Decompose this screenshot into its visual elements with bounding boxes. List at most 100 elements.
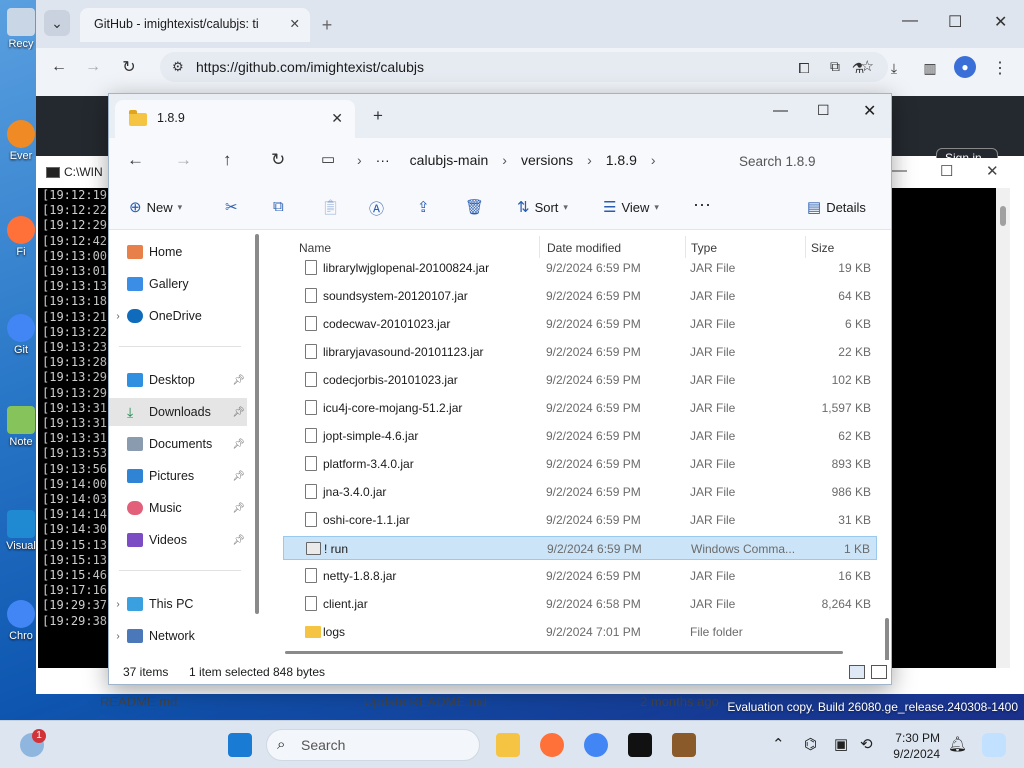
forward-arrow-icon[interactable]: → (175, 150, 192, 170)
taskbar-search[interactable]: ⌕ Search (266, 729, 480, 761)
forward-button[interactable]: → (82, 56, 104, 78)
minecraft-icon[interactable] (672, 733, 696, 757)
terminal-icon[interactable] (628, 733, 652, 757)
breadcrumb-item[interactable]: versions (511, 150, 583, 174)
new-tab-button[interactable]: + (316, 14, 338, 36)
view-button[interactable]: ☰ View ▾ (603, 198, 659, 216)
terminal-minimize-icon[interactable]: — (892, 162, 907, 179)
copy-icon[interactable]: ⧉ (273, 198, 284, 215)
pin-icon[interactable]: 📌︎ (232, 407, 245, 418)
file-row[interactable]: soundsystem-20120107.jar 9/2/2024 6:59 PM… (283, 284, 877, 308)
minimize-icon[interactable]: — (902, 12, 918, 30)
column-header-size[interactable]: Size (811, 241, 834, 255)
display-tray-icon[interactable]: ▣ (834, 735, 848, 753)
close-window-icon[interactable]: ✕ (994, 12, 1007, 32)
chevron-right-icon[interactable]: › (647, 150, 660, 174)
column-header-date[interactable]: Date modified (547, 241, 621, 255)
file-row[interactable]: oshi-core-1.1.jar 9/2/2024 6:59 PM JAR Fil… (283, 508, 877, 532)
chevron-right-icon[interactable]: › (109, 631, 127, 642)
sort-button[interactable]: ⇅ Sort ▾ (517, 198, 568, 216)
minimize-icon[interactable]: — (773, 102, 788, 119)
rename-icon[interactable]: Ⓐ (369, 198, 384, 219)
firefox-icon[interactable] (540, 733, 564, 757)
labs-flask-icon[interactable]: ⚗ (848, 58, 868, 78)
copilot-icon[interactable] (982, 733, 1006, 757)
terminal-scrollbar[interactable] (996, 188, 1010, 668)
share-icon[interactable]: ⇪ (417, 198, 430, 216)
new-tab-plus-icon[interactable]: + (373, 106, 383, 126)
more-options-icon[interactable]: ··· (693, 194, 711, 215)
desktop-icon-chrome[interactable]: Chro (2, 600, 40, 642)
desktop-icon-everything[interactable]: Ever (2, 120, 40, 162)
file-row[interactable]: ! run 9/2/2024 6:59 PM Windows Comma... 1 K… (283, 536, 877, 560)
paste-icon[interactable]: 📋︎ (321, 198, 340, 216)
file-row[interactable]: client.jar 9/2/2024 6:58 PM JAR File 8,264 … (283, 592, 877, 616)
maximize-icon[interactable]: ☐ (817, 102, 830, 119)
desktop-icon-vscode[interactable]: Visual (2, 510, 40, 552)
file-row[interactable]: jopt-simple-4.6.jar 9/2/2024 6:59 PM JAR F… (283, 424, 877, 448)
desktop-icon-notepadpp[interactable]: Note (2, 406, 40, 448)
download-icon[interactable]: ⤓ (884, 58, 904, 78)
install-app-icon[interactable]: ⧉ (830, 58, 840, 75)
explorer-tab-active[interactable]: 1.8.9 ✕ (115, 100, 355, 138)
sidebar-item-desktop[interactable]: Desktop 📌︎ (109, 366, 247, 394)
details-view-icon[interactable] (849, 665, 865, 679)
file-explorer-icon[interactable] (496, 733, 520, 757)
breadcrumb-item[interactable]: calubjs-main (400, 150, 499, 174)
close-window-icon[interactable]: ✕ (863, 101, 876, 121)
desktop-icon-git[interactable]: Git (2, 314, 40, 356)
file-row[interactable]: codecwav-20101023.jar 9/2/2024 6:59 PM JAR… (283, 312, 877, 336)
column-header-name[interactable]: Name (299, 241, 331, 255)
up-arrow-icon[interactable]: ↑ (223, 150, 232, 170)
sidebar-item-downloads[interactable]: ⤓ Downloads 📌︎ (109, 398, 247, 426)
more-menu-icon[interactable]: ⋮ (990, 58, 1010, 78)
sidebar-item-documents[interactable]: Documents 📌︎ (109, 430, 247, 458)
folder-row[interactable]: logs 9/2/2024 7:01 PM File folder (283, 620, 877, 644)
browser-tab-active[interactable]: GitHub - imightexist/calubjs: ti ✕ (80, 8, 310, 42)
file-row[interactable]: platform-3.4.0.jar 9/2/2024 6:59 PM JAR Fi… (283, 452, 877, 476)
tab-search-button[interactable]: ⌄ (44, 10, 70, 36)
sidebar-item-network[interactable]: › Network (109, 622, 247, 650)
column-header-type[interactable]: Type (691, 241, 717, 255)
file-row[interactable]: codecjorbis-20101023.jar 9/2/2024 6:59 PM… (283, 368, 877, 392)
extensions-icon[interactable]: ⧠ (794, 58, 814, 78)
language-tray-icon[interactable]: ⟲ (860, 735, 873, 753)
sidebar-item-music[interactable]: Music 📌︎ (109, 494, 247, 522)
back-arrow-icon[interactable]: ← (127, 150, 144, 170)
sidebar-item-gallery[interactable]: Gallery (109, 270, 247, 298)
breadcrumb-item[interactable]: 1.8.9 (596, 150, 647, 174)
breadcrumb-overflow[interactable]: ··· (366, 150, 400, 174)
sidebar-item-pictures[interactable]: Pictures 📌︎ (109, 462, 247, 490)
large-icons-view-icon[interactable] (871, 665, 887, 679)
sidebar-item-this-pc[interactable]: › This PC (109, 590, 247, 618)
sidebar-item-videos[interactable]: Videos 📌︎ (109, 526, 247, 554)
network-tray-icon[interactable]: ⌬ (804, 735, 817, 753)
file-row[interactable]: jna-3.4.0.jar 9/2/2024 6:59 PM JAR File 986… (283, 480, 877, 504)
horizontal-scrollbar[interactable] (285, 651, 843, 654)
address-bar[interactable]: ⚙ https://github.com/imightexist/calubjs… (160, 52, 888, 82)
close-tab-icon[interactable]: ✕ (290, 16, 300, 31)
pin-icon[interactable]: 📌︎ (232, 503, 245, 514)
back-button[interactable]: ← (48, 56, 70, 78)
start-icon[interactable] (228, 733, 252, 757)
chevron-right-icon[interactable]: › (583, 150, 596, 174)
desktop-icon-firefox[interactable]: Fi (2, 216, 40, 258)
pin-icon[interactable]: 📌︎ (232, 439, 245, 450)
chevron-up-icon[interactable]: ⌃ (772, 735, 785, 753)
file-row[interactable]: netty-1.8.8.jar 9/2/2024 6:59 PM JAR File 1… (283, 564, 877, 588)
site-info-icon[interactable]: ⚙ (172, 59, 184, 75)
file-list-scrollbar[interactable] (885, 618, 889, 662)
sidebar-scrollbar[interactable] (255, 234, 259, 614)
monitor-icon[interactable]: ▭ (321, 150, 335, 168)
maximize-icon[interactable]: ☐ (948, 12, 962, 32)
notification-bell-icon[interactable]: 🔔︎ (948, 735, 967, 753)
pin-icon[interactable]: 📌︎ (232, 535, 245, 546)
chevron-right-icon[interactable]: › (498, 150, 511, 174)
refresh-icon[interactable]: ↻ (271, 150, 285, 170)
pin-icon[interactable]: 📌︎ (232, 375, 245, 386)
terminal-maximize-icon[interactable]: ☐ (940, 162, 953, 180)
file-row[interactable]: librarylwjglopenal-20100824.jar 9/2/2024 … (283, 256, 877, 280)
system-clock[interactable]: 7:30 PM 9/2/2024 (880, 730, 940, 762)
chrome-icon[interactable] (584, 733, 608, 757)
pin-icon[interactable]: 📌︎ (232, 471, 245, 482)
